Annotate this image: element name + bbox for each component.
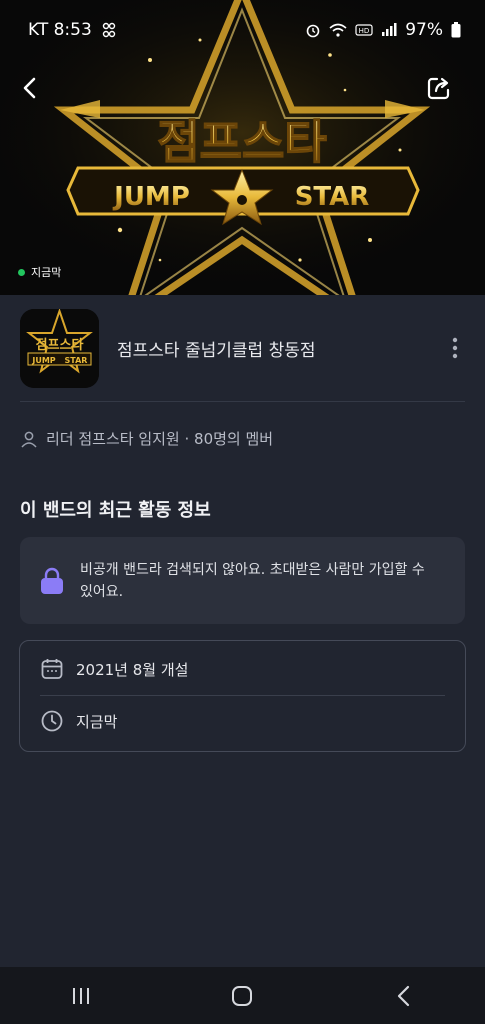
divider — [20, 401, 465, 402]
back-arrow-icon — [23, 77, 36, 99]
notification-icon — [102, 22, 115, 38]
info-divider — [40, 695, 445, 696]
svg-text:STAR: STAR — [295, 182, 370, 212]
more-vertical-icon — [452, 337, 458, 359]
share-button[interactable] — [421, 70, 457, 106]
svg-text:점프스타: 점프스타 — [36, 337, 84, 353]
svg-text:HD: HD — [359, 27, 370, 35]
member-summary[interactable]: 리더 점프스타 임지원 · 80명의 멤버 — [20, 428, 273, 449]
home-icon — [232, 985, 253, 1006]
live-label: 지금막 — [31, 266, 62, 279]
nav-back-button[interactable] — [374, 976, 434, 1016]
recent-apps-icon — [72, 987, 89, 1004]
share-icon — [427, 77, 450, 100]
opened-date-row: 2021년 8월 개설 — [40, 657, 188, 681]
band-name: 점프스타 줄넘기클럽 창동점 — [117, 340, 316, 361]
nav-back-icon — [398, 985, 410, 1006]
status-bar: KT 8:53 HD 97% — [0, 0, 485, 60]
section-title: 이 밴드의 최근 활동 정보 — [20, 500, 211, 521]
band-header[interactable]: 점프스타 JUMP STAR 점프스타 줄넘기클럽 창동점 — [20, 308, 465, 388]
signal-icon — [382, 23, 397, 36]
battery-icon — [451, 22, 461, 38]
last-active-row: 지금막 — [40, 709, 117, 733]
svg-text:점프스타: 점프스타 — [157, 115, 326, 169]
hd-icon: HD — [355, 24, 373, 36]
private-notice-text: 비공개 밴드라 검색되지 않아요. 초대받은 사람만 가입할 수 있어요. — [80, 559, 425, 603]
battery-percent: 97% — [405, 20, 443, 40]
alarm-icon — [306, 24, 320, 38]
back-button[interactable] — [12, 70, 48, 106]
live-badge: 지금막 — [18, 264, 61, 280]
members-text: 리더 점프스타 임지원 · 80명의 멤버 — [46, 430, 274, 448]
system-navigation-bar — [0, 967, 485, 1024]
recent-apps-button[interactable] — [51, 976, 111, 1016]
person-icon — [21, 431, 37, 448]
carrier-time: KT 8:53 — [28, 20, 92, 40]
svg-text:JUMP: JUMP — [31, 356, 55, 365]
calendar-icon — [41, 659, 63, 679]
wifi-icon — [329, 23, 347, 37]
band-logo-thumb: 점프스타 JUMP STAR — [20, 308, 99, 388]
band-info-card: 2021년 8월 개설 지금막 — [19, 640, 466, 752]
private-notice-line2: 있어요. — [80, 583, 124, 600]
home-button[interactable] — [212, 976, 272, 1016]
svg-text:STAR: STAR — [65, 356, 88, 365]
band-thumbnail: 점프스타 JUMP STAR — [20, 308, 99, 388]
last-active: 지금막 — [76, 712, 118, 731]
private-notice-line1: 비공개 밴드라 검색되지 않아요. 초대받은 사람만 가입할 수 — [80, 561, 425, 578]
band-cover: 점프스타 JUMP STAR KT 8:53 HD 97% 지금막 — [0, 0, 485, 295]
private-band-notice: 비공개 밴드라 검색되지 않아요. 초대받은 사람만 가입할 수 있어요. — [20, 537, 465, 624]
svg-text:JUMP: JUMP — [112, 182, 190, 212]
more-options-button[interactable] — [445, 328, 465, 368]
lock-icon — [41, 567, 63, 594]
opened-date: 2021년 8월 개설 — [76, 660, 189, 679]
clock-icon — [41, 710, 63, 732]
live-dot — [18, 268, 25, 276]
